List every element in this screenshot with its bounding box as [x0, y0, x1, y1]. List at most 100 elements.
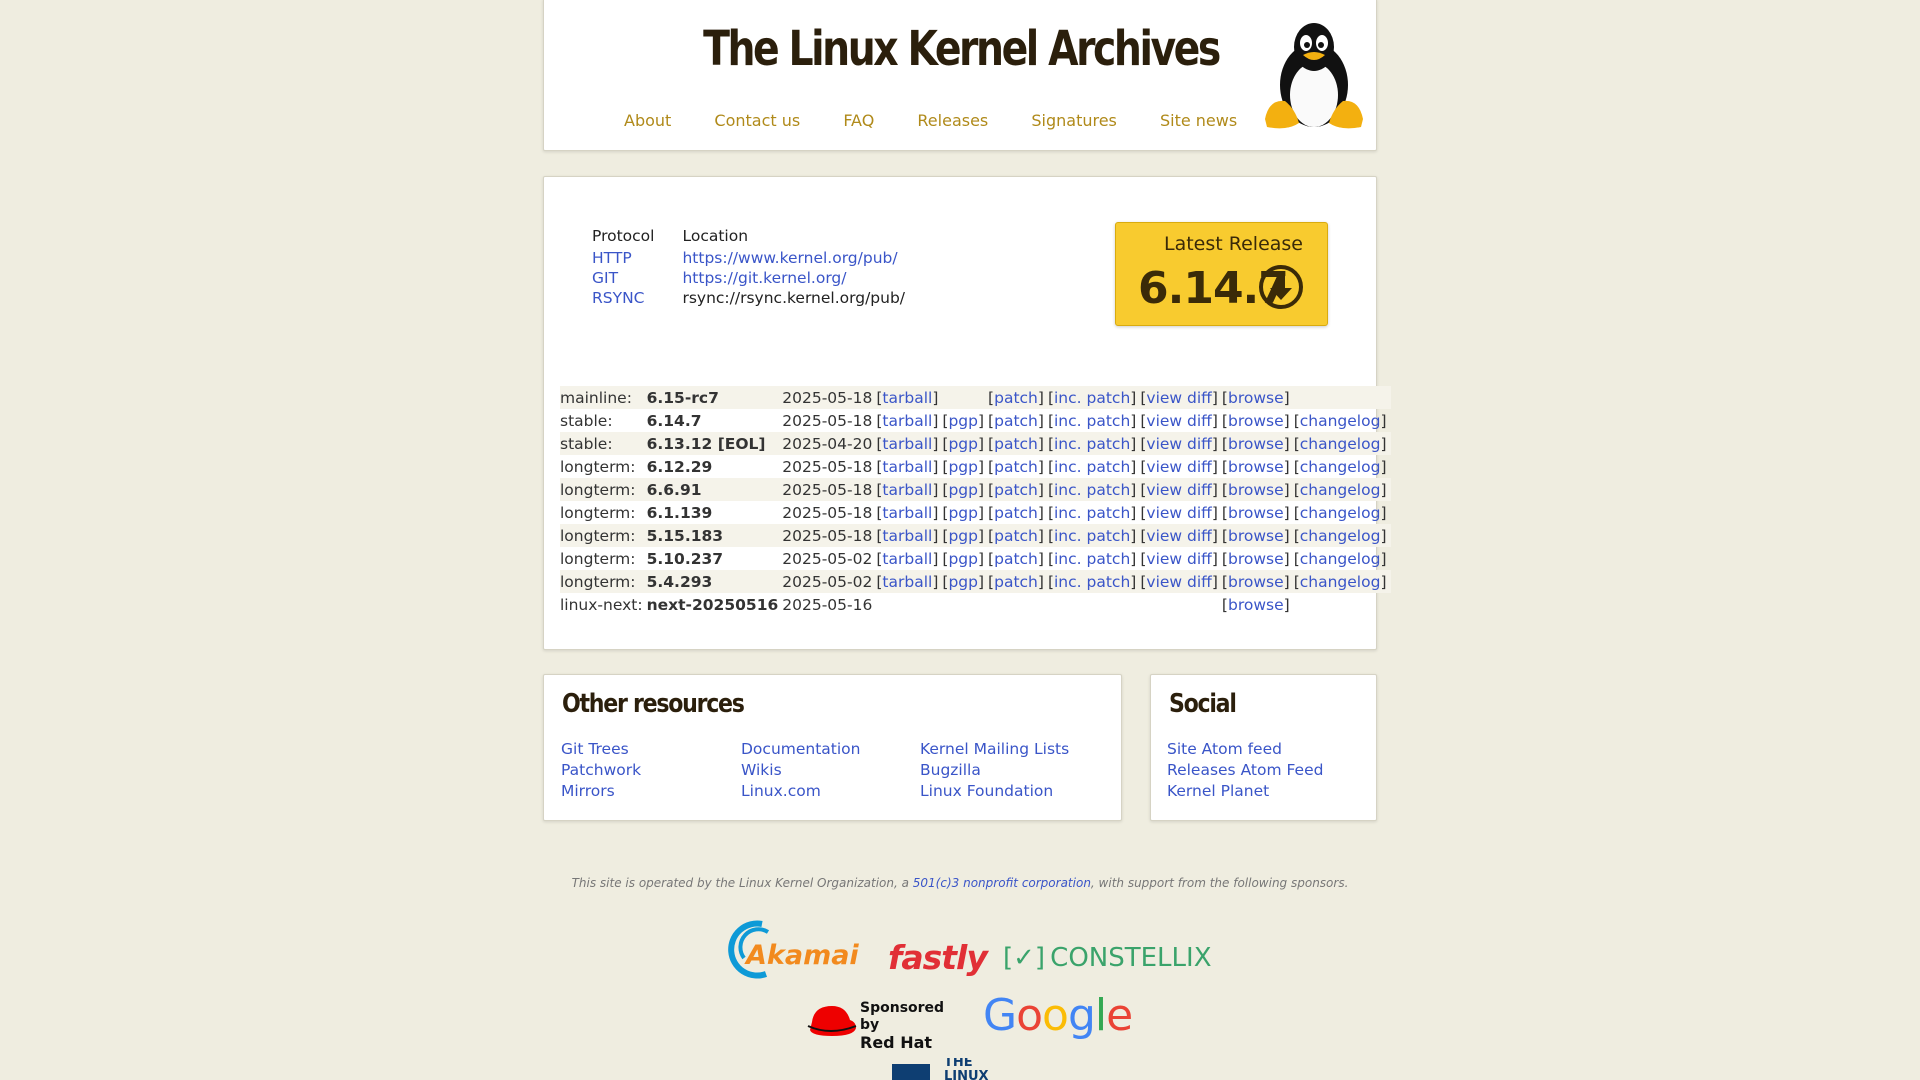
releases-atom-feed-link[interactable]: Releases Atom Feed: [1167, 761, 1323, 779]
view-diff-link[interactable]: view diff: [1146, 412, 1211, 430]
tarball-link[interactable]: tarball: [882, 435, 932, 453]
tarball-link[interactable]: tarball: [882, 550, 932, 568]
bugzilla-link[interactable]: Bugzilla: [920, 761, 981, 779]
site-title[interactable]: The Linux Kernel Archives: [619, 21, 1303, 77]
patch-link[interactable]: patch: [994, 412, 1038, 430]
changelog-link[interactable]: changelog: [1300, 481, 1381, 499]
view-diff-link[interactable]: view diff: [1146, 504, 1211, 522]
git-trees-link[interactable]: Git Trees: [561, 740, 629, 758]
view-diff-link[interactable]: view diff: [1146, 458, 1211, 476]
akamai-logo[interactable]: Akamai: [722, 918, 862, 980]
tarball-link[interactable]: tarball: [882, 504, 932, 522]
patch-link[interactable]: patch: [994, 527, 1038, 545]
documentation-link[interactable]: Documentation: [741, 740, 861, 758]
view-diff-link[interactable]: view diff: [1146, 527, 1211, 545]
patchwork-link[interactable]: Patchwork: [561, 761, 641, 779]
location-git-link[interactable]: https://git.kernel.org/: [682, 269, 846, 287]
browse-link[interactable]: browse: [1228, 573, 1284, 591]
nav-releases[interactable]: Releases: [917, 111, 988, 130]
inc-patch-link[interactable]: inc. patch: [1054, 573, 1130, 591]
inc-patch-link[interactable]: inc. patch: [1054, 504, 1130, 522]
release-link-cell: [view diff]: [1140, 457, 1218, 476]
site-atom-feed-link[interactable]: Site Atom feed: [1167, 740, 1282, 758]
browse-link[interactable]: browse: [1228, 481, 1284, 499]
patch-link[interactable]: patch: [994, 481, 1038, 499]
view-diff-link[interactable]: view diff: [1146, 481, 1211, 499]
inc-patch-link[interactable]: inc. patch: [1054, 550, 1130, 568]
release-link-cell: [view diff]: [1140, 549, 1218, 568]
nav-signatures[interactable]: Signatures: [1031, 111, 1117, 130]
linux-foundation-logo[interactable]: THE LINUX: [892, 1058, 1030, 1080]
view-diff-link[interactable]: view diff: [1146, 389, 1211, 407]
view-diff-link[interactable]: view diff: [1146, 435, 1211, 453]
view-diff-link[interactable]: view diff: [1146, 550, 1211, 568]
pgp-link[interactable]: pgp: [948, 458, 978, 476]
pgp-link[interactable]: pgp: [948, 527, 978, 545]
changelog-link[interactable]: changelog: [1300, 435, 1381, 453]
browse-link[interactable]: browse: [1228, 389, 1284, 407]
protocol-rsync-link[interactable]: RSYNC: [592, 289, 645, 307]
google-logo[interactable]: Google: [983, 990, 1133, 1041]
browse-link[interactable]: browse: [1228, 550, 1284, 568]
browse-link[interactable]: browse: [1228, 412, 1284, 430]
nonprofit-link[interactable]: 501(c)3 nonprofit corporation: [913, 876, 1091, 890]
release-link-cell: [942, 386, 988, 409]
tarball-link[interactable]: tarball: [882, 527, 932, 545]
patch-link[interactable]: patch: [994, 435, 1038, 453]
kernel-mailing-lists-link[interactable]: Kernel Mailing Lists: [920, 740, 1069, 758]
nav-faq[interactable]: FAQ: [843, 111, 874, 130]
patch-link[interactable]: patch: [994, 573, 1038, 591]
pgp-link[interactable]: pgp: [948, 550, 978, 568]
protocol-http-link[interactable]: HTTP: [592, 249, 632, 267]
fastly-logo[interactable]: fastly: [888, 938, 988, 977]
constellix-logo[interactable]: [✓] CONSTELLIX: [1003, 943, 1212, 973]
changelog-link[interactable]: changelog: [1300, 412, 1381, 430]
pgp-link[interactable]: pgp: [948, 412, 978, 430]
redhat-logo[interactable]: Sponsored by Red Hat: [806, 998, 966, 1051]
inc-patch-link[interactable]: inc. patch: [1054, 435, 1130, 453]
linux-foundation-link[interactable]: Linux Foundation: [920, 782, 1053, 800]
protocol-git-link[interactable]: GIT: [592, 269, 618, 287]
browse-link[interactable]: browse: [1228, 458, 1284, 476]
browse-link[interactable]: browse: [1228, 435, 1284, 453]
patch-link[interactable]: patch: [994, 389, 1038, 407]
location-http-link[interactable]: https://www.kernel.org/pub/: [682, 249, 897, 267]
changelog-link[interactable]: changelog: [1300, 527, 1381, 545]
release-row: longterm: 5.4.293 2025-05-02 [tarball] [pgp]…: [560, 570, 1391, 593]
tarball-link[interactable]: tarball: [882, 412, 932, 430]
nav-contact-us[interactable]: Contact us: [714, 111, 800, 130]
wikis-link[interactable]: Wikis: [741, 761, 782, 779]
inc-patch-link[interactable]: inc. patch: [1054, 389, 1130, 407]
changelog-link[interactable]: changelog: [1300, 573, 1381, 591]
pgp-link[interactable]: pgp: [948, 573, 978, 591]
pgp-link[interactable]: pgp: [948, 504, 978, 522]
changelog-link[interactable]: changelog: [1300, 458, 1381, 476]
browse-link[interactable]: browse: [1228, 527, 1284, 545]
release-link-cell: [pgp]: [942, 411, 985, 430]
changelog-link[interactable]: changelog: [1300, 550, 1381, 568]
browse-link[interactable]: browse: [1228, 596, 1284, 614]
nav-site-news[interactable]: Site news: [1160, 111, 1237, 130]
pgp-link[interactable]: pgp: [948, 435, 978, 453]
latest-release-button[interactable]: Latest Release 6.14.7: [1115, 222, 1328, 326]
mirrors-link[interactable]: Mirrors: [561, 782, 615, 800]
nav-about[interactable]: About: [624, 111, 671, 130]
browse-link[interactable]: browse: [1228, 504, 1284, 522]
inc-patch-link[interactable]: inc. patch: [1054, 527, 1130, 545]
tarball-link[interactable]: tarball: [882, 573, 932, 591]
changelog-link[interactable]: changelog: [1300, 504, 1381, 522]
inc-patch-link[interactable]: inc. patch: [1054, 481, 1130, 499]
tarball-link[interactable]: tarball: [882, 458, 932, 476]
tarball-link[interactable]: tarball: [882, 389, 932, 407]
tarball-link[interactable]: tarball: [882, 481, 932, 499]
patch-link[interactable]: patch: [994, 550, 1038, 568]
patch-link[interactable]: patch: [994, 504, 1038, 522]
patch-link[interactable]: patch: [994, 458, 1038, 476]
inc-patch-link[interactable]: inc. patch: [1054, 458, 1130, 476]
view-diff-link[interactable]: view diff: [1146, 573, 1211, 591]
pgp-link[interactable]: pgp: [948, 481, 978, 499]
release-version: 6.13.12 [EOL]: [646, 434, 766, 453]
linux-com-link[interactable]: Linux.com: [741, 782, 821, 800]
kernel-planet-link[interactable]: Kernel Planet: [1167, 782, 1269, 800]
inc-patch-link[interactable]: inc. patch: [1054, 412, 1130, 430]
